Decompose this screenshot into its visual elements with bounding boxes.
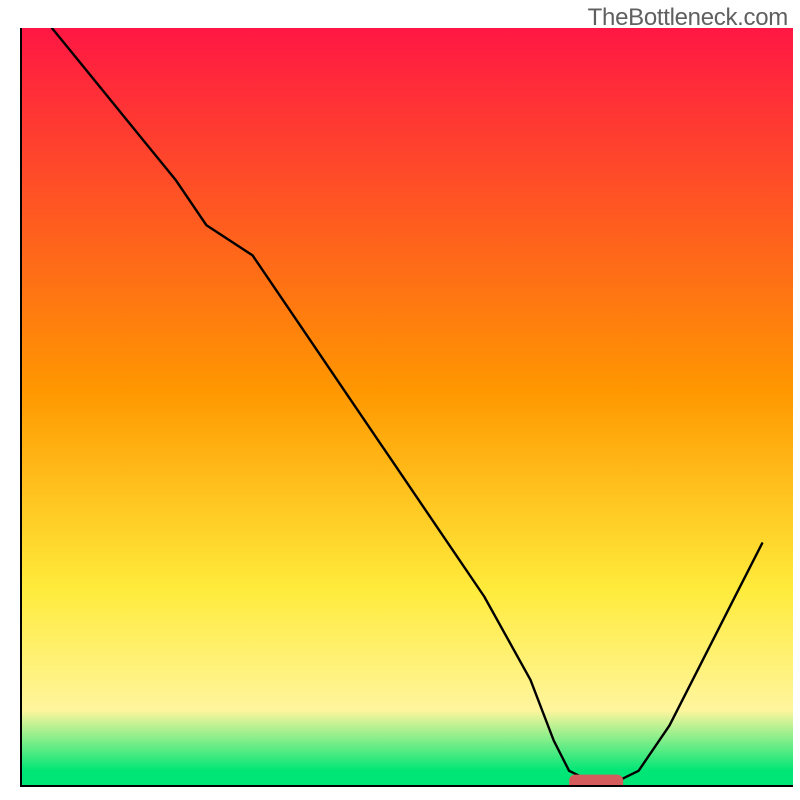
chart-container: TheBottleneck.com xyxy=(0,0,800,800)
watermark-text: TheBottleneck.com xyxy=(588,4,788,32)
plot-background xyxy=(21,28,793,786)
bottleneck-chart xyxy=(0,0,800,800)
optimal-indicator xyxy=(569,775,623,790)
